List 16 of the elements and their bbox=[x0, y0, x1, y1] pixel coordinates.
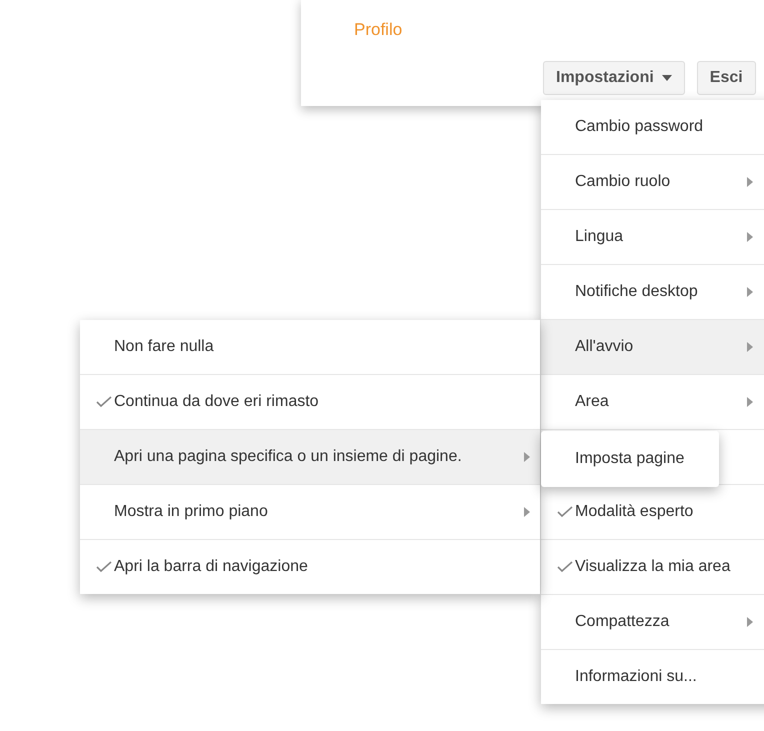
logout-button[interactable]: Esci bbox=[696, 61, 756, 95]
menu-item[interactable]: Compattezza bbox=[541, 595, 764, 650]
menu-item[interactable]: Mostra in primo piano bbox=[80, 485, 540, 540]
menu-item[interactable]: Cambio ruolo bbox=[541, 155, 764, 210]
menu-item[interactable]: All'avvio bbox=[541, 320, 764, 375]
settings-dropdown-button[interactable]: Impostazioni bbox=[543, 61, 685, 95]
menu-item[interactable]: Non fare nulla bbox=[80, 320, 540, 375]
caret-icon bbox=[662, 75, 672, 81]
menu-item[interactable]: Visualizza la mia area bbox=[541, 540, 764, 595]
menu-item[interactable]: Lingua bbox=[541, 210, 764, 265]
menu-item[interactable]: Area bbox=[541, 375, 764, 430]
menu-item[interactable]: Apri la barra di navigazione bbox=[80, 540, 540, 594]
menu-item[interactable]: Cambio password bbox=[541, 100, 764, 155]
menu-item[interactable]: Imposta pagine bbox=[541, 431, 719, 487]
menu-item[interactable]: Informazioni su... bbox=[541, 650, 764, 704]
menu-item[interactable]: Apri una pagina specifica o un insieme di pagine. bbox=[80, 430, 540, 485]
